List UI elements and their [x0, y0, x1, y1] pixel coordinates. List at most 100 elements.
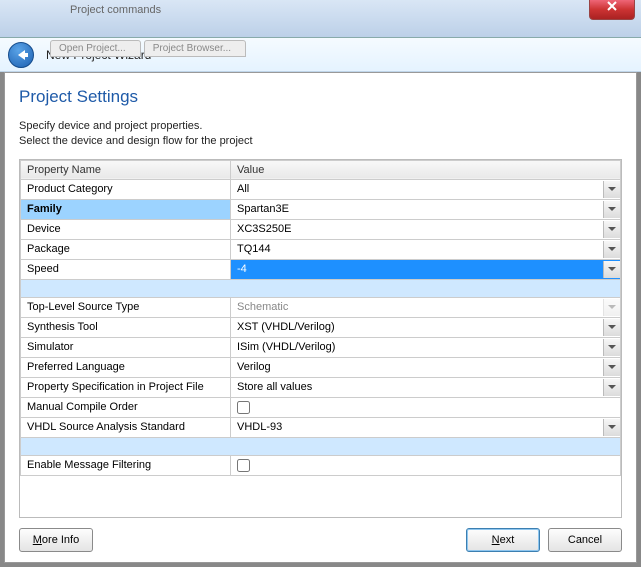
chevron-down-icon[interactable] [603, 339, 620, 356]
property-name-cell[interactable]: Product Category [21, 179, 231, 199]
value-combobox[interactable]: VHDL-93 [231, 418, 620, 437]
chevron-down-icon[interactable] [603, 181, 620, 198]
table-row: FamilySpartan3E [21, 199, 621, 219]
page-title: Project Settings [19, 87, 622, 107]
next-button[interactable]: Next [466, 528, 540, 552]
group-separator [21, 437, 621, 455]
value-combobox: Schematic [231, 298, 620, 317]
chevron-down-icon[interactable] [603, 379, 620, 396]
more-info-rest: ore Info [42, 534, 79, 546]
table-row: Speed-4 [21, 259, 621, 279]
chevron-down-icon[interactable] [603, 221, 620, 238]
table-row: Property Specification in Project FileSt… [21, 377, 621, 397]
table-row [21, 437, 621, 455]
table-row: Enable Message Filtering [21, 455, 621, 475]
combobox-value: VHDL-93 [231, 419, 603, 435]
wizard-header: Open Project... Project Browser... New P… [0, 38, 641, 72]
property-value-cell[interactable]: TQ144 [231, 239, 621, 259]
property-name-cell[interactable]: VHDL Source Analysis Standard [21, 417, 231, 437]
combobox-value: -4 [231, 261, 603, 277]
property-name-cell[interactable]: Top-Level Source Type [21, 297, 231, 317]
property-value-cell[interactable]: Verilog [231, 357, 621, 377]
value-checkbox[interactable] [237, 459, 250, 472]
property-value-cell[interactable] [231, 397, 621, 417]
next-rest: ext [500, 534, 515, 546]
checkbox-cell [231, 457, 620, 474]
value-combobox[interactable]: Verilog [231, 358, 620, 377]
chevron-down-icon[interactable] [603, 319, 620, 336]
property-name-cell[interactable]: Device [21, 219, 231, 239]
properties-grid: Property Name Value Product CategoryAllF… [19, 159, 622, 518]
chevron-down-icon[interactable] [603, 241, 620, 258]
value-combobox[interactable]: XC3S250E [231, 220, 620, 239]
col-value[interactable]: Value [231, 160, 621, 179]
table-row: Top-Level Source TypeSchematic [21, 297, 621, 317]
back-button[interactable] [8, 42, 34, 68]
value-combobox[interactable]: All [231, 180, 620, 199]
chevron-down-icon[interactable] [603, 359, 620, 376]
wizard-footer: More Info Next Cancel [19, 518, 622, 552]
cancel-button[interactable]: Cancel [548, 528, 622, 552]
table-row: SimulatorISim (VHDL/Verilog) [21, 337, 621, 357]
subtitle-line: Specify device and project properties. [19, 120, 202, 132]
chevron-down-icon[interactable] [603, 419, 620, 436]
close-icon [606, 0, 618, 12]
more-info-mnemonic: M [33, 534, 42, 546]
property-value-cell[interactable]: Schematic [231, 297, 621, 317]
next-mnemonic: N [492, 534, 500, 546]
property-name-cell[interactable]: Preferred Language [21, 357, 231, 377]
property-value-cell[interactable]: XC3S250E [231, 219, 621, 239]
table-row: Synthesis ToolXST (VHDL/Verilog) [21, 317, 621, 337]
property-value-cell[interactable]: All [231, 179, 621, 199]
ghost-tab: Open Project... [50, 40, 141, 57]
value-checkbox[interactable] [237, 401, 250, 414]
property-name-cell[interactable]: Enable Message Filtering [21, 455, 231, 475]
property-value-cell[interactable] [231, 455, 621, 475]
ghost-tab: Project Browser... [144, 40, 246, 57]
property-value-cell[interactable]: VHDL-93 [231, 417, 621, 437]
combobox-value: Schematic [231, 299, 603, 315]
arrow-left-icon [18, 50, 25, 60]
property-name-cell[interactable]: Manual Compile Order [21, 397, 231, 417]
table-row: VHDL Source Analysis StandardVHDL-93 [21, 417, 621, 437]
property-name-cell[interactable]: Synthesis Tool [21, 317, 231, 337]
value-combobox[interactable]: XST (VHDL/Verilog) [231, 318, 620, 337]
table-row: DeviceXC3S250E [21, 219, 621, 239]
property-value-cell[interactable]: ISim (VHDL/Verilog) [231, 337, 621, 357]
col-property-name[interactable]: Property Name [21, 160, 231, 179]
combobox-value: Verilog [231, 359, 603, 375]
property-value-cell[interactable]: -4 [231, 259, 621, 279]
table-row: Preferred LanguageVerilog [21, 357, 621, 377]
table-row [21, 279, 621, 297]
window-close-button[interactable] [589, 0, 635, 20]
combobox-value: Store all values [231, 379, 603, 395]
ghost-tabs: Open Project... Project Browser... [50, 40, 246, 57]
property-name-cell[interactable]: Speed [21, 259, 231, 279]
combobox-value: Spartan3E [231, 201, 603, 217]
property-name-cell[interactable]: Family [21, 199, 231, 219]
more-info-button[interactable]: More Info [19, 528, 93, 552]
property-name-cell[interactable]: Package [21, 239, 231, 259]
chevron-down-icon[interactable] [603, 261, 620, 278]
combobox-value: XST (VHDL/Verilog) [231, 319, 603, 335]
table-row: Product CategoryAll [21, 179, 621, 199]
value-combobox[interactable]: Spartan3E [231, 200, 620, 219]
table-row: Manual Compile Order [21, 397, 621, 417]
property-value-cell[interactable]: XST (VHDL/Verilog) [231, 317, 621, 337]
property-value-cell[interactable]: Spartan3E [231, 199, 621, 219]
table-row: PackageTQ144 [21, 239, 621, 259]
combobox-value: TQ144 [231, 241, 603, 257]
property-name-cell[interactable]: Simulator [21, 337, 231, 357]
chevron-down-icon [603, 299, 620, 316]
checkbox-cell [231, 399, 620, 416]
property-name-cell[interactable]: Property Specification in Project File [21, 377, 231, 397]
page-subtitle: Specify device and project properties. S… [19, 119, 622, 149]
value-combobox[interactable]: -4 [231, 260, 620, 279]
combobox-value: All [231, 181, 603, 197]
value-combobox[interactable]: ISim (VHDL/Verilog) [231, 338, 620, 357]
value-combobox[interactable]: Store all values [231, 378, 620, 397]
value-combobox[interactable]: TQ144 [231, 240, 620, 259]
chevron-down-icon[interactable] [603, 201, 620, 218]
subtitle-line: Select the device and design flow for th… [19, 135, 253, 147]
property-value-cell[interactable]: Store all values [231, 377, 621, 397]
